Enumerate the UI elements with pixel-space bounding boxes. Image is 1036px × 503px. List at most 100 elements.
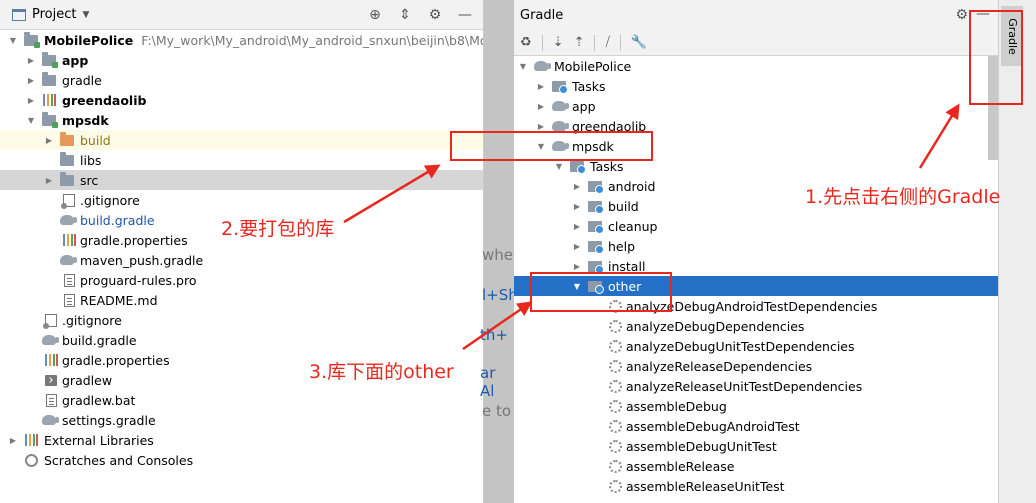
expand-arrow-icon[interactable]: ▼ xyxy=(26,116,36,125)
tree-item-app[interactable]: ▶ app xyxy=(0,50,483,70)
toolbar-divider xyxy=(619,34,621,51)
project-path: F:\My_work\My_android\My_android_snxun\b… xyxy=(141,32,483,48)
locate-icon[interactable]: ⊕ xyxy=(367,7,383,23)
task-gear-icon xyxy=(608,319,622,333)
task-folder-icon xyxy=(588,179,604,194)
tree-item-greendaolib[interactable]: ▶ greendaolib xyxy=(0,90,483,110)
expand-arrow-icon[interactable]: ▶ xyxy=(572,182,582,191)
tree-item-label: README.md xyxy=(80,292,158,308)
expand-arrow-icon[interactable]: ▶ xyxy=(536,102,546,111)
tree-item-label: app xyxy=(62,52,89,68)
tree-item-label: MobilePolice xyxy=(44,32,134,48)
tree-item-root-build-gradle[interactable]: build.gradle xyxy=(0,330,483,350)
expand-arrow-icon[interactable]: ▶ xyxy=(572,222,582,231)
gradle-item-mobilepolice[interactable]: ▼ MobilePolice xyxy=(514,56,998,76)
tree-item-label: Scratches and Consoles xyxy=(44,452,194,468)
tree-item-gradle[interactable]: ▶ gradle xyxy=(0,70,483,90)
refresh-gradle-icon[interactable]: ♻ xyxy=(520,35,532,50)
gradle-item-label: android xyxy=(608,178,656,194)
task-folder-icon xyxy=(552,79,568,94)
gitignore-file-icon xyxy=(61,193,76,209)
wrench-icon[interactable]: 🔧 xyxy=(631,35,647,50)
annotation-step3: 3.库下面的other xyxy=(309,361,454,383)
gear-icon[interactable]: ⚙ xyxy=(427,7,443,23)
expand-arrow-icon[interactable]: ▶ xyxy=(536,122,546,131)
gradle-item-help[interactable]: ▶ help xyxy=(514,236,998,256)
library-icon xyxy=(24,433,38,447)
expand-all-icon[interactable]: ⇣ xyxy=(553,35,564,50)
tree-item-label: settings.gradle xyxy=(62,412,156,428)
project-title: Project xyxy=(32,7,77,22)
tree-item-proguard-rules[interactable]: proguard-rules.pro xyxy=(0,270,483,290)
gradle-item-label: MobilePolice xyxy=(554,58,632,74)
gradle-item-cleanup[interactable]: ▶ cleanup xyxy=(514,216,998,236)
gradle-task[interactable]: assembleRelease xyxy=(514,456,998,476)
folder-icon xyxy=(60,151,74,167)
gradle-task[interactable]: assembleDebug xyxy=(514,396,998,416)
expand-arrow-icon[interactable]: ▶ xyxy=(572,262,582,271)
expand-arrow-icon[interactable]: ▶ xyxy=(44,176,54,185)
expand-arrow-icon[interactable]: ▼ xyxy=(554,162,564,171)
tree-item-libs[interactable]: libs xyxy=(0,150,483,170)
expand-arrow-icon[interactable]: ▶ xyxy=(26,56,36,65)
gradle-item-tasks[interactable]: ▶ Tasks xyxy=(514,76,998,96)
gradle-task[interactable]: analyzeDebugDependencies xyxy=(514,316,998,336)
expand-arrow-icon[interactable]: ▶ xyxy=(572,202,582,211)
gradle-item-app[interactable]: ▶ app xyxy=(514,96,998,116)
tree-item-settings-gradle[interactable]: settings.gradle xyxy=(0,410,483,430)
expand-arrow-icon[interactable]: ▼ xyxy=(8,36,18,45)
expand-arrow-icon[interactable]: ▼ xyxy=(518,62,528,71)
toggle-offline-icon[interactable]: ⧸ xyxy=(605,35,609,50)
project-view-selector[interactable]: Project ▼ xyxy=(0,0,89,30)
tree-item-maven-push-gradle[interactable]: maven_push.gradle xyxy=(0,250,483,270)
tree-item-mpsdk[interactable]: ▼ mpsdk xyxy=(0,110,483,130)
collapse-all-icon[interactable]: ⇡ xyxy=(574,35,585,50)
tree-item-readme[interactable]: README.md xyxy=(0,290,483,310)
properties-file-icon xyxy=(44,353,58,367)
editor-hint-shortcut: l+Sh xyxy=(482,286,518,304)
gradle-task-label: assembleReleaseUnitTest xyxy=(626,478,785,494)
gradle-task[interactable]: assembleReleaseUnitTest xyxy=(514,476,998,496)
expand-arrow-icon[interactable]: ▶ xyxy=(572,242,582,251)
expand-arrow-icon[interactable]: ▶ xyxy=(536,82,546,91)
tree-item-src[interactable]: ▶ src xyxy=(0,170,483,190)
tree-item-label: .gitignore xyxy=(62,312,122,328)
tree-item-label: mpsdk xyxy=(62,112,109,128)
tree-item-label: gradlew.bat xyxy=(62,392,136,408)
gradle-task[interactable]: analyzeReleaseDependencies xyxy=(514,356,998,376)
task-gear-icon xyxy=(608,459,622,473)
gradle-elephant-icon xyxy=(60,213,77,227)
project-toolbar: Project ▼ ⊕ ⇕ ⚙ — xyxy=(0,0,483,30)
tree-item-mobilepolice[interactable]: ▼ MobilePolice F:\My_work\My_android\My_a… xyxy=(0,30,483,50)
gradle-task[interactable]: analyzeDebugUnitTestDependencies xyxy=(514,336,998,356)
gradle-task[interactable]: analyzeReleaseUnitTestDependencies xyxy=(514,376,998,396)
expand-arrow-icon[interactable]: ▶ xyxy=(26,96,36,105)
project-window-icon xyxy=(12,8,26,21)
tree-item-label: build.gradle xyxy=(80,212,155,228)
expand-arrow-icon[interactable]: ▶ xyxy=(26,76,36,85)
tree-item-gitignore[interactable]: .gitignore xyxy=(0,190,483,210)
gradle-item-label: cleanup xyxy=(608,218,658,234)
gradle-task[interactable]: assembleDebugAndroidTest xyxy=(514,416,998,436)
tree-item-gradlew-bat[interactable]: gradlew.bat xyxy=(0,390,483,410)
tree-item-root-gitignore[interactable]: .gitignore xyxy=(0,310,483,330)
text-file-icon xyxy=(62,273,76,287)
gear-icon[interactable]: ⚙ xyxy=(955,7,968,23)
gradle-task[interactable]: assembleDebugUnitTest xyxy=(514,436,998,456)
tree-item-build[interactable]: ▶ build xyxy=(0,130,483,150)
project-tree: ▼ MobilePolice F:\My_work\My_android\My_a… xyxy=(0,30,483,470)
editor-placeholder-area: wher l+Sh th+ ar Al e to xyxy=(480,0,519,503)
editor-hint-shortcut: ar Al xyxy=(480,364,496,400)
collapse-all-icon[interactable]: ⇕ xyxy=(397,7,413,23)
folder-icon xyxy=(60,171,74,187)
tree-item-external-libraries[interactable]: ▶ External Libraries xyxy=(0,430,483,450)
expand-arrow-icon[interactable]: ▶ xyxy=(8,436,18,445)
gradle-item-label: help xyxy=(608,238,636,254)
tree-item-scratches[interactable]: Scratches and Consoles xyxy=(0,450,483,470)
hide-icon[interactable]: — xyxy=(457,7,473,23)
editor-hint-shortcut: th+ xyxy=(480,326,508,344)
gradle-header: Gradle ⚙ — xyxy=(514,0,998,30)
module-folder-icon xyxy=(42,111,58,128)
expand-arrow-icon[interactable]: ▶ xyxy=(44,136,54,145)
gradle-task-label: analyzeDebugUnitTestDependencies xyxy=(626,338,855,354)
